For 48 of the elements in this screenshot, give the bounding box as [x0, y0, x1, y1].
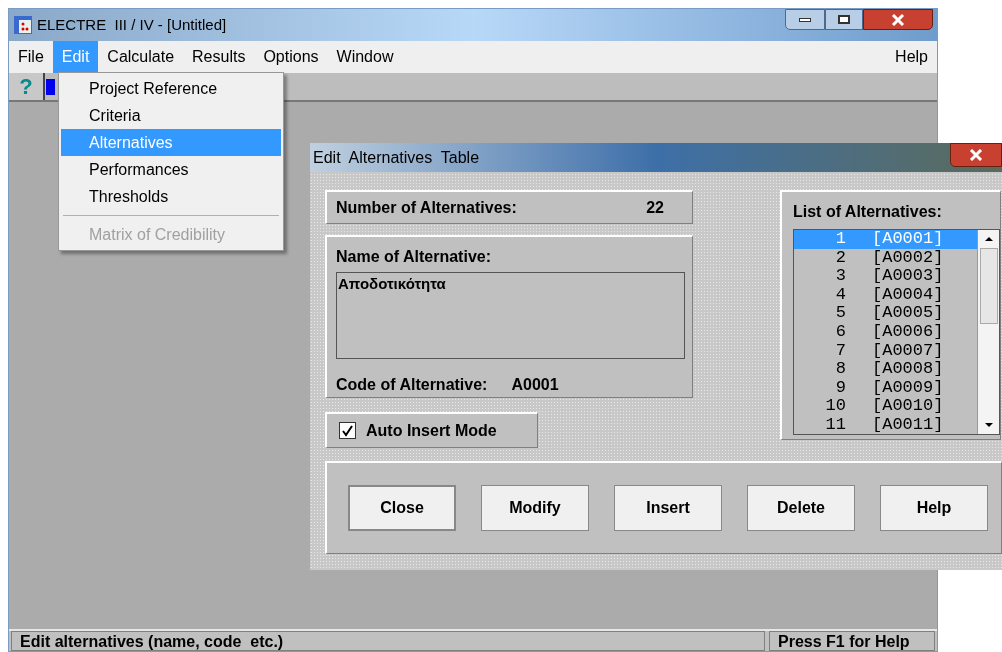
list-row[interactable]: 8 [A0008]: [794, 360, 977, 379]
menu-item[interactable]: Calculate: [98, 41, 184, 73]
dialog-button[interactable]: Help: [880, 485, 988, 531]
list-label: List of Alternatives:: [793, 202, 943, 222]
count-value: 22: [646, 197, 664, 218]
menu-entry[interactable]: Performances: [61, 156, 281, 183]
app-icon: [13, 15, 33, 35]
check-icon: [341, 424, 354, 437]
list-row[interactable]: 4 [A0004]: [794, 285, 977, 305]
list-row[interactable]: 10 [A0010]: [794, 397, 977, 416]
menu-entry[interactable]: Criteria: [61, 102, 281, 129]
menu-entry[interactable]: Thresholds: [61, 183, 281, 210]
toolbar-icon[interactable]: [45, 76, 55, 97]
menu-item[interactable]: Help: [886, 41, 937, 73]
auto-insert-label: Auto Insert Mode: [366, 420, 497, 441]
dialog-button[interactable]: Delete: [747, 485, 855, 531]
minimize-button[interactable]: [785, 9, 825, 30]
list-row[interactable]: 3 [A0003]: [794, 267, 977, 286]
code-value: A0001: [511, 375, 559, 395]
dialog-button[interactable]: Modify: [481, 485, 589, 531]
menu-item[interactable]: Results: [183, 41, 255, 73]
list-row[interactable]: 11 [A0011]: [794, 415, 977, 434]
close-button[interactable]: [950, 143, 1002, 167]
close-icon: [891, 13, 905, 26]
count-label: Number of Alternatives:: [336, 197, 517, 218]
code-label: Code of Alternative:: [336, 375, 488, 395]
name-field[interactable]: Αποδοτικότητα: [336, 272, 685, 359]
status-message: Edit alternatives (name, code etc.): [11, 631, 765, 651]
menu-item[interactable]: Window: [327, 41, 403, 73]
auto-insert-checkbox[interactable]: [339, 422, 356, 439]
list-row[interactable]: 5 [A0005]: [794, 304, 977, 323]
scrollbar[interactable]: [977, 230, 999, 434]
close-icon: [969, 149, 983, 161]
dialog-button[interactable]: Close: [348, 485, 456, 531]
list-row[interactable]: 6 [A0006]: [794, 322, 977, 342]
close-button[interactable]: [863, 9, 933, 30]
name-label: Name of Alternative:: [336, 247, 492, 267]
menu-item[interactable]: File: [9, 41, 53, 73]
menu-entry[interactable]: Project Reference: [61, 75, 281, 102]
dialog-button[interactable]: Insert: [614, 485, 722, 531]
list-row[interactable]: 7 [A0007]: [794, 341, 977, 361]
list-row[interactable]: 9 [A0009]: [794, 378, 977, 398]
dialog-title: Edit Alternatives Table: [313, 147, 480, 168]
window-title: ELECTRE III / IV - [Untitled]: [37, 14, 227, 35]
menu-item[interactable]: Options: [254, 41, 328, 73]
maximize-button[interactable]: [825, 9, 863, 30]
status-hint: Press F1 for Help: [769, 631, 935, 651]
list-row[interactable]: 2 [A0002]: [794, 248, 977, 268]
